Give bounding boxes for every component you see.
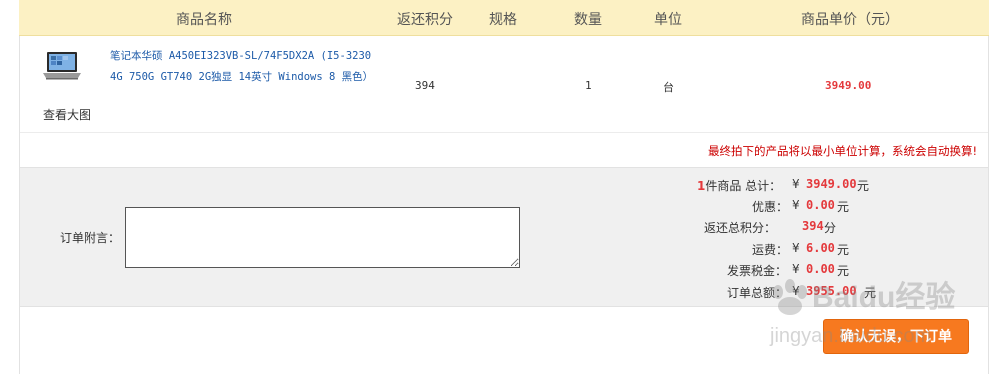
header-unit-price: 商品单价（元） [801,12,899,28]
shipping-unit: 元 [837,243,850,257]
return-points-label: 返还总积分： [704,221,777,235]
summary-total: 3949.00 [806,177,857,191]
currency-symbol: ¥ [792,198,800,212]
item-return-points: 394 [415,79,435,92]
invoice-tax-label: 发票税金： [727,264,788,278]
header-quantity: 数量 [574,12,602,28]
product-name-line-2[interactable]: 4G 750G GT740 2G独显 14英寸 Windows 8 黑色） [110,67,385,88]
header-unit: 单位 [654,12,682,28]
discount-label: 优惠： [752,200,789,214]
currency-symbol: ¥ [792,284,800,298]
invoice-tax-value: 0.00 [806,262,835,276]
item-quantity: 1 [585,79,592,92]
total-unit: 元 [857,179,870,193]
discount-value: 0.00 [806,198,835,212]
currency-symbol: ¥ [792,177,800,191]
item-unit-price: 3949.00 [825,79,872,92]
shipping-value: 6.00 [806,241,835,255]
summary-count-label: 件商品 总计： [705,179,782,193]
table-row: 查看大图 笔记本华硕 A450EI323VB-SL/74F5DX2A (I5-3… [20,37,988,133]
order-note-textarea[interactable] [125,207,520,268]
order-total-unit: 元 [864,286,877,300]
laptop-thumbnail[interactable] [42,51,82,81]
return-points-value: 394 [802,219,824,233]
currency-symbol: ¥ [792,241,800,255]
product-name-link[interactable]: 笔记本华硕 A450EI323VB-SL/74F5DX2A (I5-3230 4… [110,46,385,88]
summary-item-count-line: 1件商品 总计： [697,177,781,194]
currency-symbol: ¥ [792,262,800,276]
return-points-unit: 分 [824,221,837,235]
header-spec: 规格 [489,12,517,28]
view-large-link[interactable]: 查看大图 [43,106,91,123]
order-total-value: 3955.00 [806,284,857,298]
header-product-name: 商品名称 [176,12,232,28]
confirm-order-button[interactable]: 确认无误，下订单 [823,319,969,354]
header-return-points: 返还积分 [397,12,453,28]
item-unit: 台 [663,81,674,94]
discount-unit: 元 [837,200,850,214]
shipping-label: 运费： [752,243,789,257]
product-name-line-1[interactable]: 笔记本华硕 A450EI323VB-SL/74F5DX2A (I5-3230 [110,46,385,67]
order-note-label: 订单附言： [60,231,121,245]
unit-conversion-notice: 最终拍下的产品将以最小单位计算，系统会自动换算! [708,144,978,158]
invoice-tax-unit: 元 [837,264,850,278]
table-header: 商品名称 返还积分 规格 数量 单位 商品单价（元） [19,0,989,36]
order-total-label: 订单总额： [727,286,788,300]
